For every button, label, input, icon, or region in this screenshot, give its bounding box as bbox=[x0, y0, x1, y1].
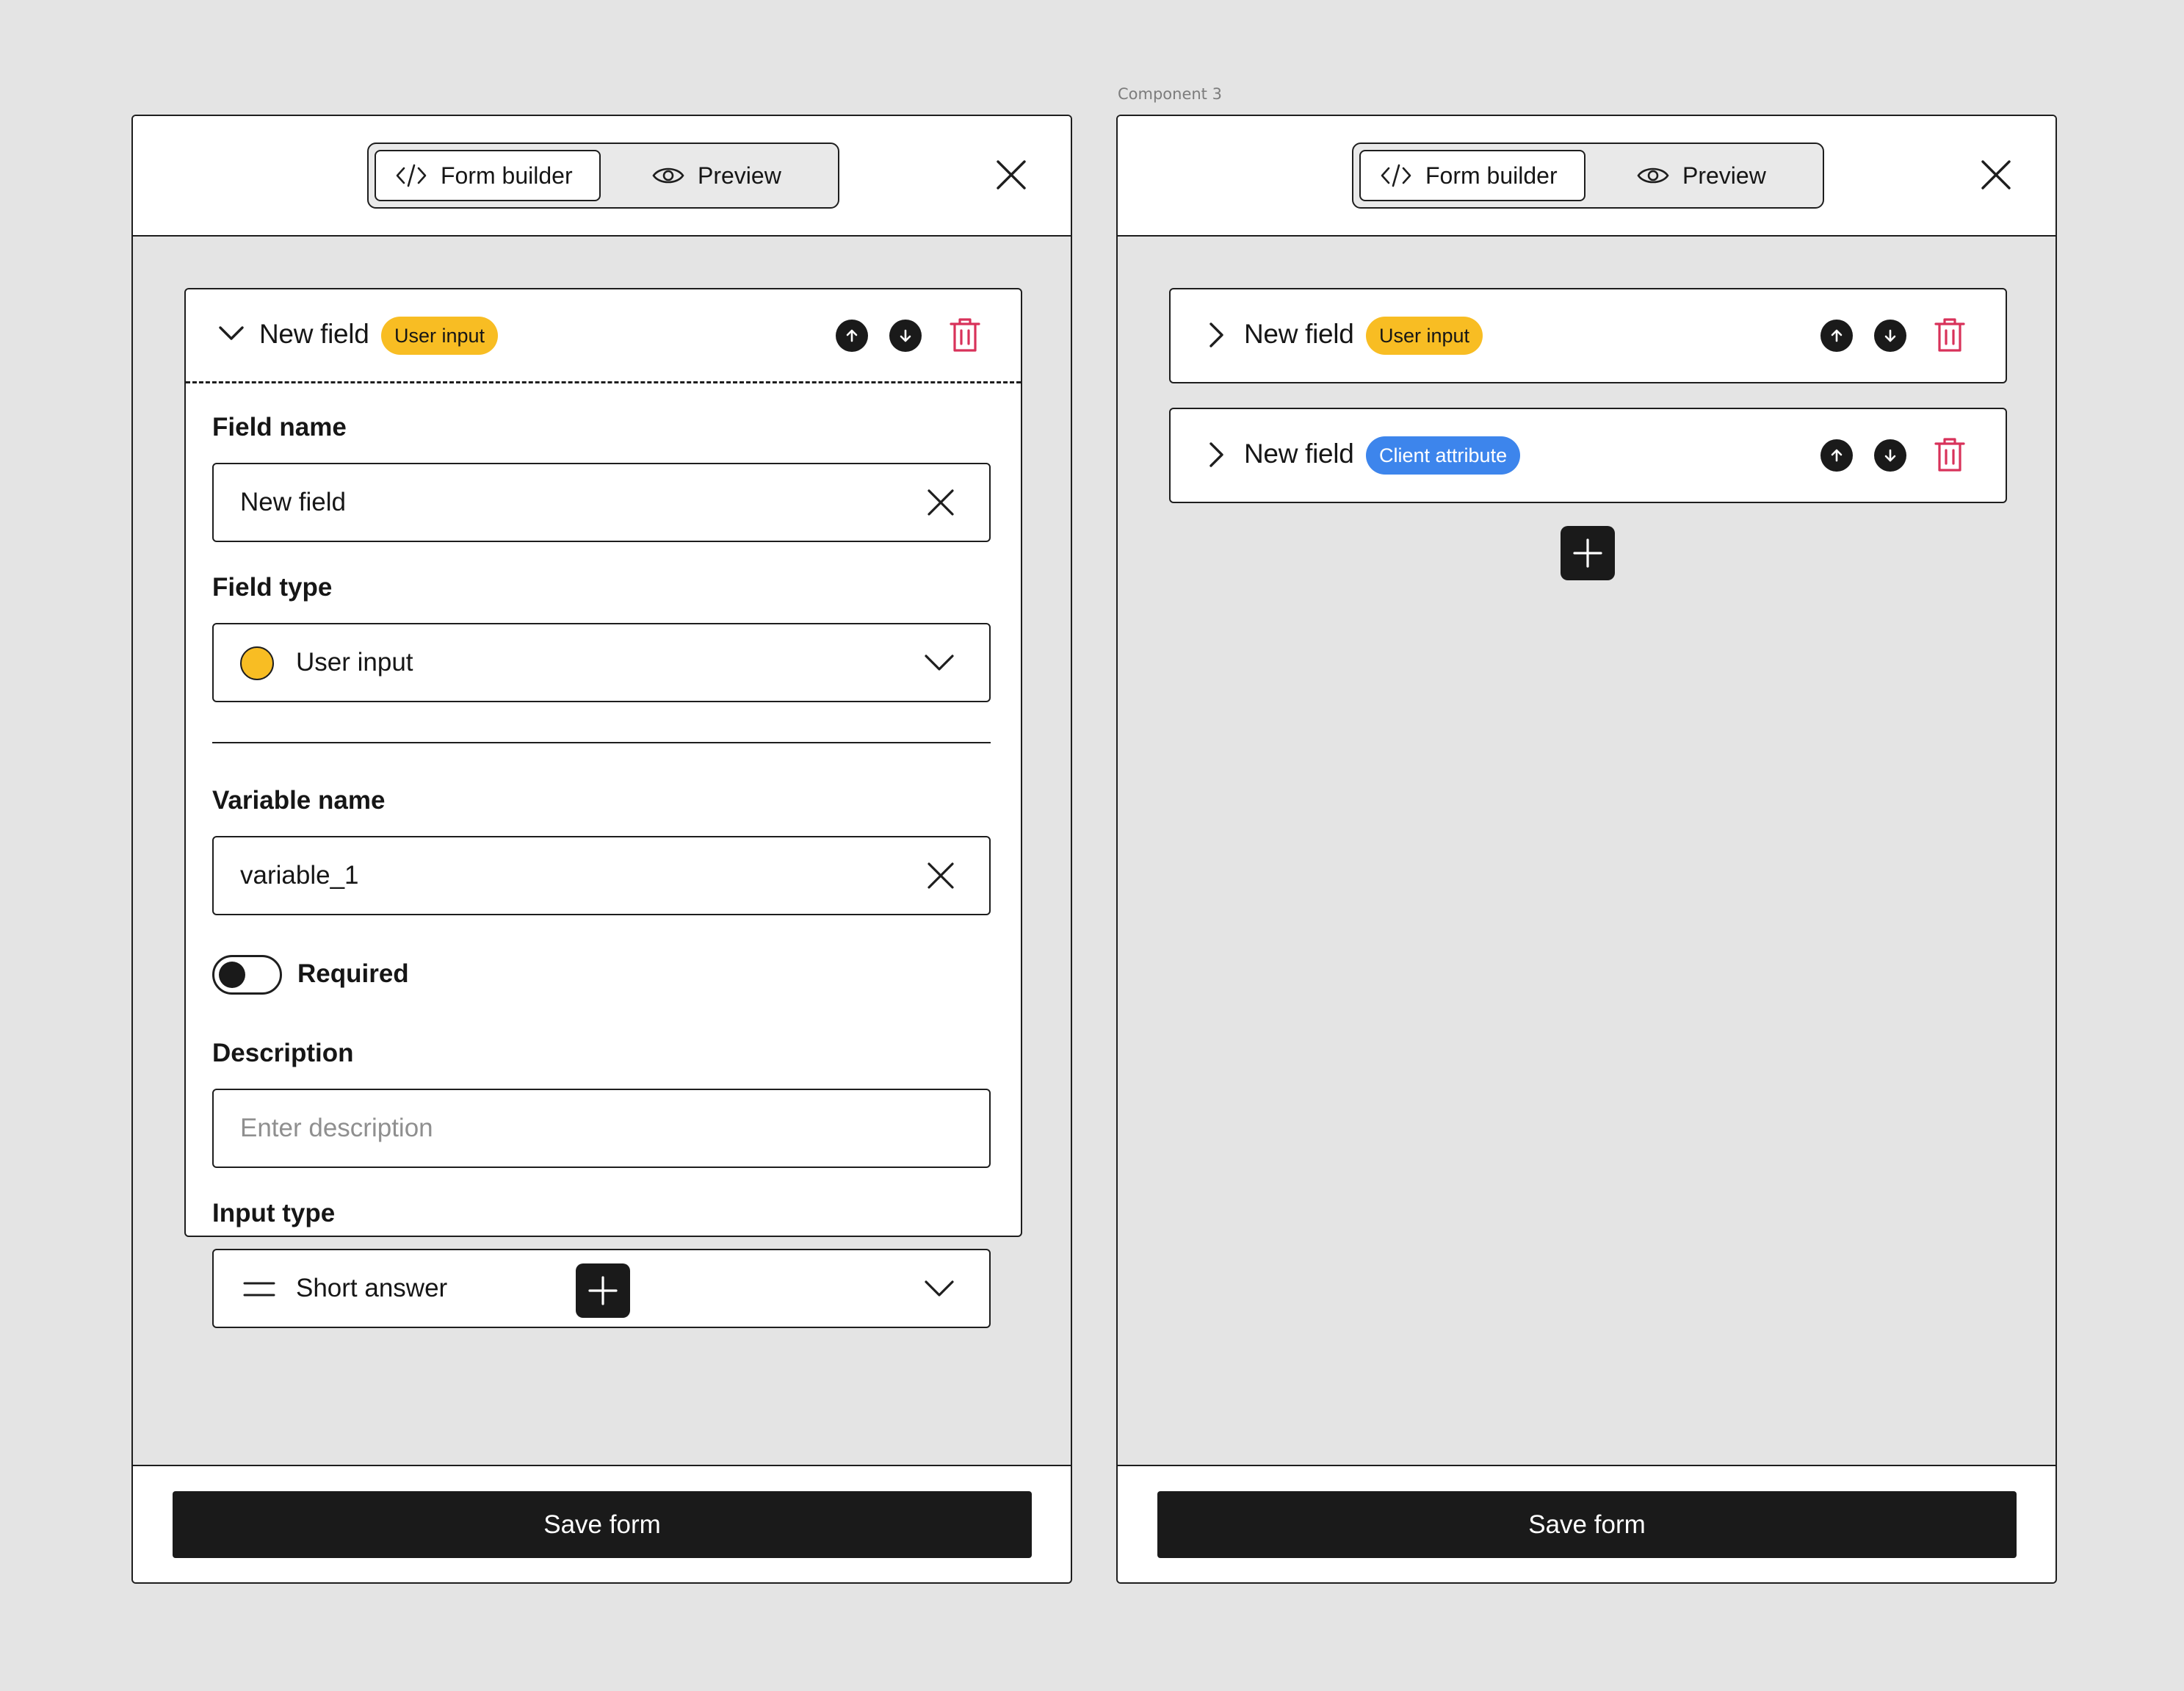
tab-preview[interactable]: Preview bbox=[652, 150, 781, 201]
description-label: Description bbox=[212, 1039, 354, 1067]
section-divider bbox=[212, 742, 991, 743]
field-card-collapsed: New field Client attribute bbox=[1169, 408, 2007, 503]
tab-form-builder-label: Form builder bbox=[441, 162, 573, 189]
user-input-dot-icon bbox=[240, 646, 274, 680]
clear-icon[interactable] bbox=[926, 488, 955, 517]
tab-preview-label: Preview bbox=[698, 162, 781, 189]
plus-icon bbox=[1573, 538, 1602, 568]
field-name-value: New field bbox=[240, 488, 346, 516]
short-answer-icon bbox=[243, 1282, 275, 1297]
move-down-button[interactable] bbox=[1874, 439, 1906, 472]
field-name-label: Field name bbox=[212, 413, 347, 441]
description-placeholder: Enter description bbox=[240, 1114, 433, 1142]
plus-icon bbox=[588, 1276, 618, 1305]
field-title: New field bbox=[1244, 439, 1354, 469]
tab-form-builder[interactable]: Form builder bbox=[375, 150, 601, 201]
required-toggle[interactable] bbox=[212, 955, 282, 995]
field-card-header[interactable]: New field User input bbox=[186, 289, 1021, 383]
variable-name-value: variable_1 bbox=[240, 861, 359, 890]
tab-preview-label: Preview bbox=[1682, 162, 1766, 189]
form-builder-panel-expanded: Form builder Preview New field User inpu… bbox=[131, 115, 1072, 1584]
field-card-header[interactable]: New field User input bbox=[1171, 289, 2006, 383]
form-builder-panel-collapsed: Form builder Preview New field User inpu… bbox=[1116, 115, 2057, 1584]
move-down-button[interactable] bbox=[889, 320, 922, 352]
trash-icon[interactable] bbox=[950, 317, 980, 353]
variable-name-label: Variable name bbox=[212, 786, 386, 815]
chevron-down-icon bbox=[925, 1280, 954, 1297]
trash-icon[interactable] bbox=[1934, 317, 1965, 353]
move-up-button[interactable] bbox=[1820, 320, 1853, 352]
field-name-input[interactable]: New field bbox=[212, 463, 991, 542]
view-switcher: Form builder Preview bbox=[367, 143, 839, 209]
chevron-down-icon[interactable] bbox=[218, 325, 245, 342]
field-card-expanded: New field User input Field name New fiel… bbox=[184, 288, 1022, 1328]
move-down-button[interactable] bbox=[1874, 320, 1906, 352]
add-field-button[interactable] bbox=[1561, 526, 1615, 580]
required-label: Required bbox=[297, 959, 409, 988]
add-field-button[interactable] bbox=[576, 1263, 630, 1318]
panel-header: Form builder Preview bbox=[1118, 116, 2055, 237]
field-card-collapsed: New field User input bbox=[1169, 288, 2007, 383]
arrow-up-icon bbox=[1831, 329, 1843, 342]
panel-body: New field User input New field Client at… bbox=[1118, 237, 2055, 1465]
component-label: Component 3 bbox=[1118, 85, 1222, 103]
close-icon[interactable] bbox=[995, 159, 1027, 191]
save-form-button[interactable]: Save form bbox=[173, 1491, 1032, 1558]
code-icon bbox=[396, 164, 427, 187]
field-type-value: User input bbox=[296, 648, 413, 677]
field-card-header[interactable]: New field Client attribute bbox=[1171, 409, 2006, 502]
close-icon[interactable] bbox=[1980, 159, 2012, 191]
tab-preview[interactable]: Preview bbox=[1637, 150, 1766, 201]
input-type-label: Input type bbox=[212, 1199, 336, 1227]
trash-icon[interactable] bbox=[1934, 437, 1965, 472]
panel-footer: Save form bbox=[133, 1465, 1071, 1582]
chevron-down-icon bbox=[925, 655, 954, 671]
field-title: New field bbox=[1244, 319, 1354, 349]
code-icon bbox=[1381, 164, 1411, 187]
header-divider bbox=[186, 381, 1021, 383]
field-type-badge: User input bbox=[1366, 317, 1483, 355]
arrow-up-icon bbox=[1831, 449, 1843, 462]
save-form-button[interactable]: Save form bbox=[1157, 1491, 2017, 1558]
tab-form-builder-label: Form builder bbox=[1425, 162, 1558, 189]
arrow-up-icon bbox=[846, 329, 858, 342]
field-type-select[interactable]: User input bbox=[212, 623, 991, 702]
panel-header: Form builder Preview bbox=[133, 116, 1071, 237]
tab-form-builder[interactable]: Form builder bbox=[1359, 150, 1585, 201]
field-type-label: Field type bbox=[212, 573, 333, 602]
field-type-badge: Client attribute bbox=[1366, 436, 1521, 475]
clear-icon[interactable] bbox=[926, 861, 955, 890]
view-switcher: Form builder Preview bbox=[1352, 143, 1824, 209]
chevron-right-icon[interactable] bbox=[1207, 322, 1225, 348]
toggle-knob bbox=[219, 962, 245, 988]
panel-body: New field User input Field name New fiel… bbox=[133, 237, 1071, 1465]
field-title: New field bbox=[259, 319, 369, 349]
move-up-button[interactable] bbox=[836, 320, 868, 352]
description-input[interactable]: Enter description bbox=[212, 1089, 991, 1168]
move-up-button[interactable] bbox=[1820, 439, 1853, 472]
arrow-down-icon bbox=[1884, 449, 1896, 462]
eye-icon bbox=[1637, 167, 1669, 184]
field-type-badge: User input bbox=[381, 317, 499, 355]
panel-footer: Save form bbox=[1118, 1465, 2055, 1582]
input-type-value: Short answer bbox=[296, 1274, 448, 1302]
arrow-down-icon bbox=[1884, 329, 1896, 342]
variable-name-input[interactable]: variable_1 bbox=[212, 836, 991, 915]
eye-icon bbox=[652, 167, 684, 184]
chevron-right-icon[interactable] bbox=[1207, 441, 1225, 468]
arrow-down-icon bbox=[900, 329, 911, 342]
